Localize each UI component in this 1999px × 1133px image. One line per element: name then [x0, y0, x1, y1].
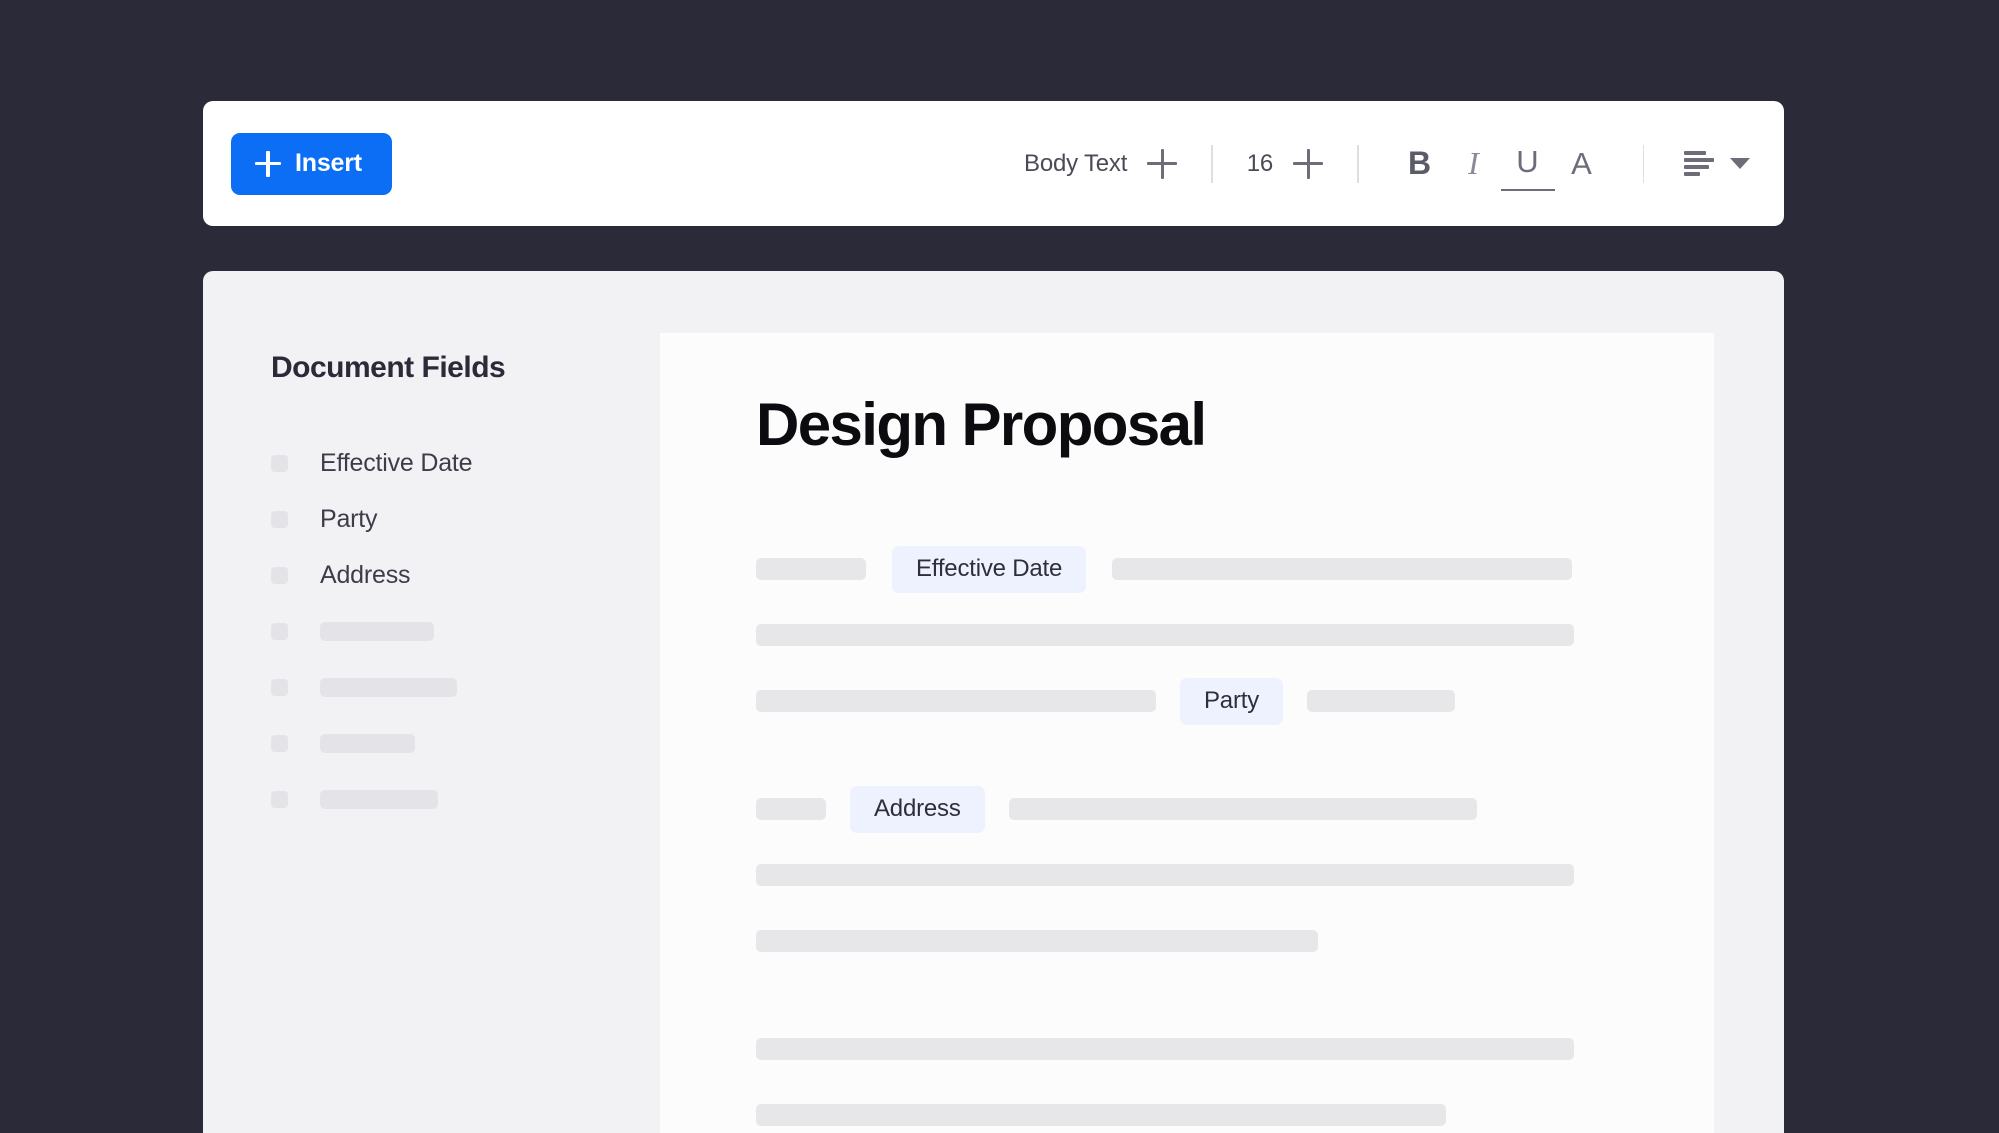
chevron-down-icon: [1730, 158, 1750, 169]
editor-panel: Document Fields Effective Date Party Addre…: [203, 271, 1784, 1133]
document-line: Address: [756, 785, 1714, 833]
document-field-chip[interactable]: Party: [1180, 677, 1284, 725]
field-list-placeholder-item: [271, 603, 660, 659]
insert-button-label: Insert: [295, 149, 362, 177]
text-placeholder-bar: [1008, 798, 1477, 820]
bold-button[interactable]: B: [1393, 137, 1447, 191]
font-size-control[interactable]: 16: [1246, 148, 1323, 179]
field-placeholder-bar: [320, 621, 434, 641]
text-placeholder-bar: [756, 930, 1318, 952]
toolbar-controls: Body Text 16 B I U A: [1024, 137, 1756, 191]
document-title: Design Proposal: [756, 391, 1207, 458]
paragraph-style-label: Body Text: [1024, 149, 1128, 177]
font-size-plus-icon[interactable]: [1293, 148, 1323, 179]
document-line: [756, 612, 1714, 658]
toolbar-divider-2: [1357, 144, 1359, 183]
toolbar-divider-3: [1642, 144, 1644, 183]
document-spacer: [756, 964, 1714, 1026]
text-placeholder-bar: [756, 1104, 1446, 1126]
document-line: [756, 852, 1714, 898]
document-line: [756, 1026, 1714, 1072]
field-list-item[interactable]: Address: [271, 547, 660, 603]
document-line: [756, 918, 1714, 964]
document-field-chip[interactable]: Address: [850, 785, 985, 833]
field-marker-icon: [271, 566, 288, 584]
text-placeholder-bar: [756, 558, 866, 580]
document-field-chip[interactable]: Effective Date: [892, 545, 1087, 593]
plus-icon: [255, 150, 281, 177]
document-spacer: [756, 898, 1714, 918]
document-spacer: [756, 832, 1714, 852]
paragraph-style-control[interactable]: Body Text: [1024, 148, 1178, 179]
document-line: [756, 1092, 1714, 1133]
field-placeholder-bar: [320, 677, 457, 697]
field-marker-icon: [271, 678, 288, 696]
text-placeholder-bar: [756, 798, 826, 820]
text-placeholder-bar: [756, 864, 1574, 886]
field-list-item[interactable]: Party: [271, 491, 660, 547]
field-list-item-label: Effective Date: [320, 448, 473, 477]
field-list-placeholder-item: [271, 771, 660, 827]
editor-app: Insert Body Text 16 B I U A Document Fie…: [0, 0, 1999, 1133]
field-list-placeholder-item: [271, 659, 660, 715]
insert-button[interactable]: Insert: [231, 132, 392, 195]
align-dropdown-button[interactable]: [1678, 145, 1756, 183]
align-left-icon: [1684, 150, 1714, 177]
paragraph-style-plus-icon[interactable]: [1147, 148, 1178, 179]
font-size-value: 16: [1246, 149, 1273, 177]
text-placeholder-bar: [756, 1038, 1574, 1060]
underline-button[interactable]: U: [1500, 137, 1555, 191]
italic-button[interactable]: I: [1447, 137, 1501, 191]
field-placeholder-bar: [320, 733, 415, 753]
field-marker-icon: [271, 790, 288, 808]
field-marker-icon: [271, 454, 288, 472]
document-page[interactable]: Design Proposal Effective Date Party Addre…: [660, 333, 1714, 1133]
document-spacer: [756, 592, 1714, 612]
sidebar-title: Document Fields: [271, 351, 506, 384]
field-marker-icon: [271, 734, 288, 752]
document-spacer: [756, 724, 1714, 786]
text-color-button[interactable]: A: [1555, 137, 1609, 191]
text-placeholder-bar: [756, 690, 1156, 712]
field-list-item[interactable]: Effective Date: [271, 435, 660, 491]
field-list-item-label: Party: [320, 504, 378, 533]
document-spacer: [756, 1072, 1714, 1092]
editor-toolbar: Insert Body Text 16 B I U A: [203, 101, 1784, 226]
document-line: Effective Date: [756, 545, 1714, 593]
field-marker-icon: [271, 622, 288, 640]
document-fields-list: Effective Date Party Address: [271, 435, 660, 827]
text-placeholder-bar: [1112, 558, 1573, 580]
field-list-placeholder-item: [271, 715, 660, 771]
document-line: Party: [756, 677, 1714, 725]
toolbar-divider-1: [1211, 144, 1213, 183]
text-placeholder-bar: [756, 624, 1574, 646]
document-body: Effective Date Party Address: [756, 545, 1714, 1133]
field-placeholder-bar: [320, 789, 438, 809]
document-fields-sidebar: Document Fields Effective Date Party Addre…: [203, 271, 660, 1133]
text-placeholder-bar: [1307, 690, 1456, 712]
field-marker-icon: [271, 510, 288, 528]
document-spacer: [756, 658, 1714, 678]
field-list-item-label: Address: [320, 560, 411, 589]
